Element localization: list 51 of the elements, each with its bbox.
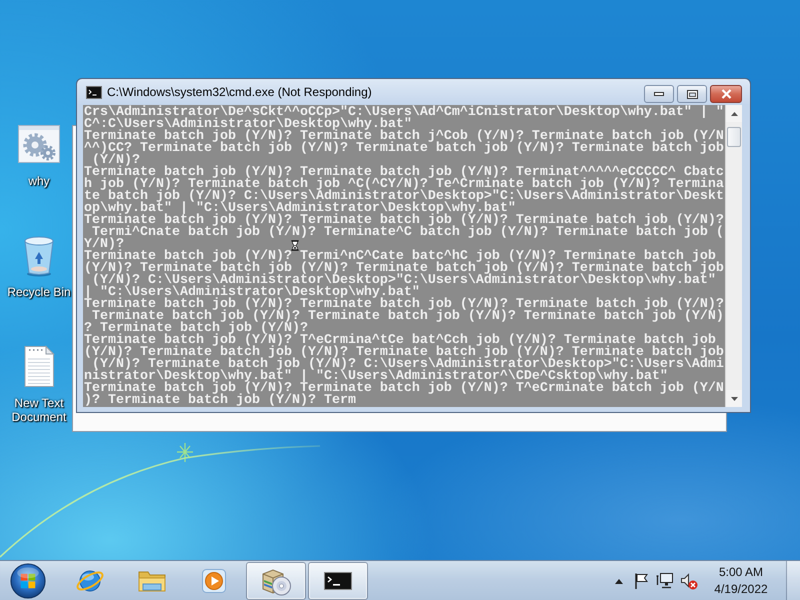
scroll-thumb[interactable]	[727, 127, 741, 147]
scroll-up-button[interactable]	[726, 105, 742, 122]
console-line: Terminate batch job (Y/N)? Terminate batch job (Y/N)? Terminat^^^^^eCCCCC^ Cbatc	[84, 167, 724, 179]
terminal-icon	[86, 86, 102, 98]
scroll-down-button[interactable]	[726, 390, 742, 407]
console-line: op\why.bat" | "C:\Users\Administrator\Desktop\why.bat"	[84, 203, 516, 215]
maximize-icon	[686, 90, 698, 98]
console-line: ^^)CC? Terminate batch job (Y/N)? Terminate batch job (Y/N)? Terminate batch job	[84, 143, 724, 155]
console-line: Y/N)?	[84, 239, 124, 251]
desktop-icon-label[interactable]: why	[28, 174, 50, 188]
console-line: ? Terminate batch job (Y/N)?	[84, 323, 308, 335]
clock-date: 4/19/2022	[714, 580, 768, 598]
console-line: Terminate batch job (Y/N)? Termi^nC^Cate batc^hC job (Y/N)? Terminate batch job	[84, 251, 716, 263]
console-line: (Y/N)?	[92, 155, 140, 167]
console-line: (Y/N)? Terminate batch job (Y/N)? Terminate batch job (Y/N)? Terminate batch job	[84, 263, 724, 275]
close-button[interactable]	[710, 85, 742, 103]
console-line: Crs\Administrator\De^sCkt^^oCCp>"C:\Users\Ad^Cm^iCnistrator\Desktop\why.bat" | "	[84, 107, 724, 119]
down-arrow-icon	[730, 396, 738, 400]
console-line: h job (Y/N)? Terminate batch job ^C(^CY/N)? Te^Crminate batch job (Y/N)? Termina	[84, 179, 724, 191]
console-line: te batch job (Y/N)? C:\Users\Administrator\Desktop>"C:\Users\Administrator\Deskt	[84, 191, 724, 203]
speaker-icon[interactable]	[680, 572, 698, 590]
desktop-icon-label[interactable]: New Text Document	[4, 396, 74, 424]
hourglass-icon	[291, 240, 299, 250]
console-line: Terminate batch job (Y/N)? Terminate batch job (Y/N)? Terminate batch job (Y/N)?	[84, 215, 724, 227]
console-line: Terminate batch job (Y/N)? Terminate batch job (Y/N)? Terminate batch job (Y/N)	[92, 311, 724, 323]
console-line: Terminate batch job (Y/N)? Terminate batch j^Cob (Y/N)? Terminate batch job (Y/N	[84, 131, 724, 143]
window-title: C:\Windows\system32\cmd.exe (Not Responding)	[107, 85, 372, 99]
gear-icon[interactable]	[17, 122, 61, 166]
maximize-button[interactable]	[677, 85, 707, 103]
up-arrow-icon	[730, 112, 738, 116]
console-line: Terminate batch job (Y/N)? Terminate batch job (Y/N)? T^eCrminate batch job (Y/N	[84, 383, 724, 395]
close-icon	[720, 89, 732, 99]
console-line: Terminate batch job (Y/N)? T^eCrmina^tCe bat^Cch job (Y/N)? Terminate batch job	[84, 335, 716, 347]
orb-icon	[10, 562, 46, 598]
console-line: | "C:\Users\Administrator\Desktop\why.bat"	[84, 287, 420, 299]
minimize-button[interactable]	[644, 85, 674, 103]
minimize-icon	[654, 92, 664, 96]
desktop-icon-label[interactable]: Recycle Bin	[7, 285, 71, 299]
clock-time: 5:00 AM	[718, 564, 764, 580]
monitor-icon[interactable]	[656, 572, 674, 590]
console-line: (Y/N)? Terminate batch job (Y/N)? Terminate batch job (Y/N)? Terminate batch job	[84, 347, 724, 359]
console-line: Terminate batch job (Y/N)? Terminate batch job (Y/N)? Terminate batch job (Y/N)?	[84, 299, 724, 311]
up-arrow-icon[interactable]	[614, 576, 624, 584]
console-line: Termi^Cnate batch job (Y/N)? Terminate^C batch job (Y/N)? Terminate batch job (	[92, 227, 724, 239]
console-line: )? Terminate batch job (Y/N)? Term	[84, 395, 356, 407]
console-line: (Y/N)? C:\Users\Administrator\Desktop>"C:\Users\Administrator\Desktop\why.bat"	[92, 275, 716, 287]
scrollbar[interactable]	[725, 105, 742, 407]
console-line: nistrator\Desktop\why.bat" | "C:\Users\Administrator^\CDe^Csktop\why.bat"	[84, 371, 668, 383]
taskbar-button[interactable]	[308, 562, 368, 600]
console-line: C^:C\Users\Administrator\Desktop\why.bat"	[84, 119, 412, 131]
console-line: (Y/N)? Terminate batch job (Y/N)? C:\Users\Administrator\Desktop>"C:\Users\Admi	[92, 359, 724, 371]
